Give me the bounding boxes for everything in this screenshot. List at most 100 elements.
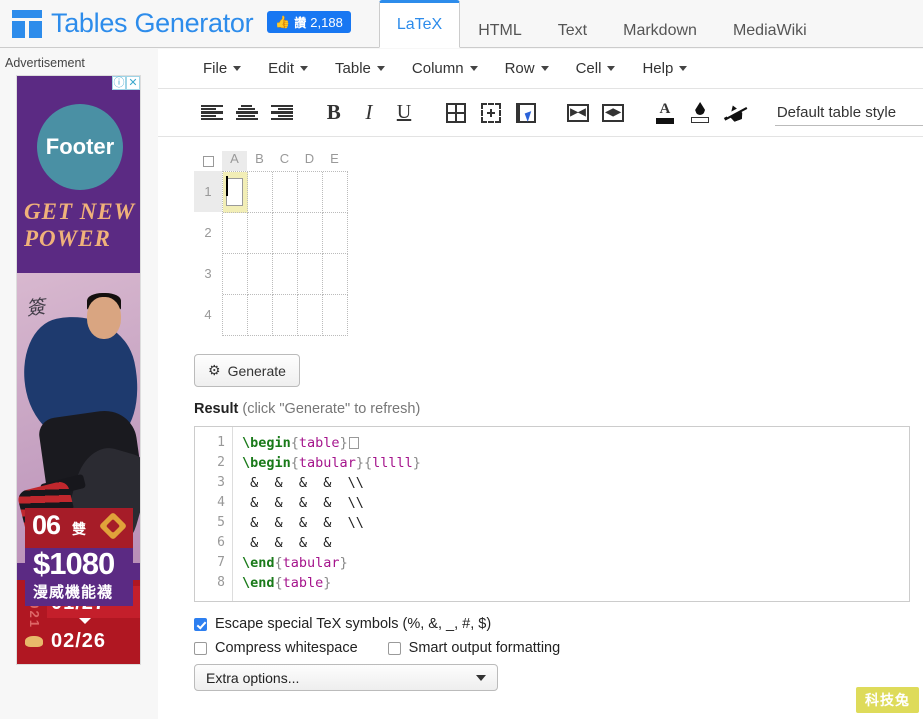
tables-generator-logo-icon <box>12 10 42 38</box>
split-cell-button[interactable]: ◀▶ <box>596 97 631 129</box>
border-pick-button[interactable] <box>509 97 544 129</box>
line-number: 5 <box>195 513 232 533</box>
cell-a4[interactable] <box>223 295 248 336</box>
align-right-button[interactable] <box>264 97 299 129</box>
line-number-gutter: 1 2 3 4 5 6 7 8 <box>195 427 233 601</box>
main-panel: File Edit Table Column Row Cell <box>158 49 923 719</box>
cell-d3[interactable] <box>298 254 323 295</box>
cell-d4[interactable] <box>298 295 323 336</box>
cell-b4[interactable] <box>248 295 273 336</box>
align-left-button[interactable] <box>194 97 229 129</box>
chevron-down-icon <box>607 66 615 71</box>
dashed-borders-icon <box>481 103 501 123</box>
cell-a1[interactable] <box>223 172 248 213</box>
select-all-cell[interactable] <box>194 151 222 171</box>
cell-b1[interactable] <box>248 172 273 213</box>
code-line: \end{tabular} <box>242 553 421 573</box>
ad-date-end: 02/26 <box>51 630 106 653</box>
column-header-e[interactable]: E <box>322 151 347 171</box>
text-color-button[interactable]: A <box>647 97 682 129</box>
menu-row[interactable]: Row <box>496 56 558 81</box>
row-header-4[interactable]: 4 <box>194 294 222 335</box>
generate-button[interactable]: ⚙ Generate <box>194 354 300 387</box>
ad-diamond-icon <box>99 512 127 540</box>
cell-e1[interactable] <box>323 172 348 213</box>
row-header-3[interactable]: 3 <box>194 253 222 294</box>
code-line: \end{table} <box>242 573 421 593</box>
row-header-1[interactable]: 1 <box>194 171 222 212</box>
cell-d1[interactable] <box>298 172 323 213</box>
result-code-box[interactable]: 1 2 3 4 5 6 7 8 \begin{table}\begin{tabu… <box>194 426 910 602</box>
app-root: Tables Generator 👍 讚 2,188 LaTeX HTML Te… <box>0 0 923 719</box>
escape-tex-checkbox[interactable] <box>194 618 207 631</box>
menu-edit[interactable]: Edit <box>259 56 317 81</box>
output-options: Escape special TeX symbols (%, &, _, #, … <box>194 616 923 656</box>
border-selected-cells-button[interactable] <box>473 97 508 129</box>
ad-info-icon[interactable]: ⓘ <box>112 76 126 90</box>
menu-table[interactable]: Table <box>326 56 394 81</box>
latex-code[interactable]: \begin{table}\begin{tabular}{lllll} & & … <box>233 427 421 601</box>
smart-formatting-label: Smart output formatting <box>409 640 561 656</box>
code-line: \begin{table} <box>242 433 421 453</box>
formatting-toolbar: B I U ▶◀ ◀▶ A <box>158 89 923 137</box>
menu-edit-label: Edit <box>268 60 294 77</box>
menu-bar: File Edit Table Column Row Cell <box>158 49 923 89</box>
cell-c3[interactable] <box>273 254 298 295</box>
menu-file[interactable]: File <box>194 56 250 81</box>
cell-b3[interactable] <box>248 254 273 295</box>
code-line: & & & & \\ <box>242 493 421 513</box>
cell-c4[interactable] <box>273 295 298 336</box>
row-header-2[interactable]: 2 <box>194 212 222 253</box>
app-header: Tables Generator 👍 讚 2,188 LaTeX HTML Te… <box>0 0 923 48</box>
menu-column[interactable]: Column <box>403 56 487 81</box>
ad-close-icon[interactable]: ✕ <box>126 76 140 90</box>
cell-c1[interactable] <box>273 172 298 213</box>
bold-button[interactable]: B <box>316 97 351 129</box>
underline-button[interactable]: U <box>386 97 421 129</box>
cell-editor-box[interactable] <box>226 178 243 206</box>
smart-formatting-checkbox[interactable] <box>388 642 401 655</box>
tab-latex[interactable]: LaTeX <box>379 0 460 48</box>
merge-cells-button[interactable]: ▶◀ <box>560 97 595 129</box>
cell-c2[interactable] <box>273 213 298 254</box>
align-center-button[interactable] <box>229 97 264 129</box>
column-header-b[interactable]: B <box>247 151 272 171</box>
extra-options-dropdown[interactable]: Extra options... <box>194 664 498 691</box>
cell-e3[interactable] <box>323 254 348 295</box>
column-headers: A B C D E <box>194 151 354 171</box>
ad-promo-desc: 漫威機能襪 <box>33 581 113 602</box>
cell-b2[interactable] <box>248 213 273 254</box>
cell-e4[interactable] <box>323 295 348 336</box>
clear-formatting-button[interactable] <box>718 97 753 129</box>
cell-a3[interactable] <box>223 254 248 295</box>
menu-help-label: Help <box>642 60 673 77</box>
compress-whitespace-checkbox[interactable] <box>194 642 207 655</box>
tab-text[interactable]: Text <box>540 13 605 47</box>
menu-cell[interactable]: Cell <box>567 56 625 81</box>
cell-e2[interactable] <box>323 213 348 254</box>
cell-d2[interactable] <box>298 213 323 254</box>
brand: Tables Generator 👍 讚 2,188 <box>0 0 351 47</box>
tab-mediawiki[interactable]: MediaWiki <box>715 13 825 47</box>
line-number: 8 <box>195 573 232 593</box>
table-style-select[interactable]: Default table style <box>775 100 923 126</box>
italic-button[interactable]: I <box>351 97 386 129</box>
facebook-like-button[interactable]: 👍 讚 2,188 <box>267 11 351 33</box>
row-headers: 1 2 3 4 <box>194 171 222 336</box>
menu-help[interactable]: Help <box>633 56 696 81</box>
thumbs-up-icon: 👍 <box>275 16 290 28</box>
borders-button[interactable] <box>438 97 473 129</box>
column-header-d[interactable]: D <box>297 151 322 171</box>
spreadsheet-grid: A B C D E 1 2 3 4 <box>194 151 354 336</box>
tab-markdown[interactable]: Markdown <box>605 13 715 47</box>
column-header-a[interactable]: A <box>222 151 247 171</box>
background-color-button[interactable] <box>683 97 718 129</box>
tab-html[interactable]: HTML <box>460 13 540 47</box>
table-row <box>223 172 348 213</box>
table-row <box>223 213 348 254</box>
column-header-c[interactable]: C <box>272 151 297 171</box>
align-center-icon <box>236 105 258 121</box>
cell-a2[interactable] <box>223 213 248 254</box>
advertisement-banner[interactable]: ⓘ ✕ Footer GET NEW POWER 簽 06 雙 <box>16 75 141 665</box>
select-all-checkbox[interactable] <box>203 156 214 167</box>
